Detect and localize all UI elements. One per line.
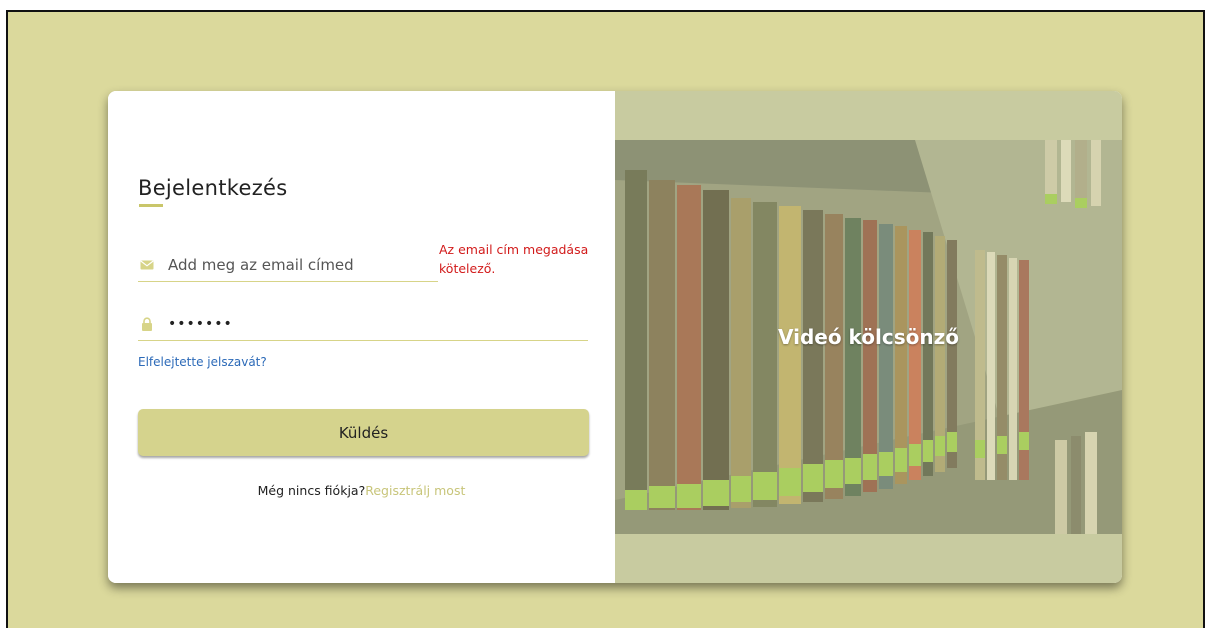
no-account-text: Még nincs fiókja?: [257, 483, 366, 498]
password-field: [138, 310, 588, 341]
login-panel: Bejelentkezés Az email cím megadása köte…: [108, 91, 615, 583]
email-error-message: Az email cím megadása kötelező.: [439, 242, 589, 276]
register-prompt: Még nincs fiókja?Regisztrálj most: [108, 483, 615, 498]
forgot-password-link[interactable]: Elfelejtette jelszavát?: [138, 355, 267, 369]
hero-caption: Videó kölcsönző: [777, 325, 960, 349]
register-link[interactable]: Regisztrálj most: [365, 483, 465, 498]
lock-icon: [142, 317, 152, 331]
title-underline: [139, 204, 163, 207]
submit-button[interactable]: Küldés: [138, 409, 589, 456]
page-background: Bejelentkezés Az email cím megadása köte…: [6, 10, 1205, 628]
login-card: Bejelentkezés Az email cím megadása köte…: [108, 91, 1122, 583]
password-input[interactable]: [168, 310, 584, 338]
hero-panel: Videó kölcsönző: [615, 91, 1122, 583]
login-title: Bejelentkezés: [138, 176, 288, 200]
envelope-icon: [140, 260, 154, 270]
email-field: [138, 251, 438, 282]
email-input[interactable]: [168, 251, 434, 279]
